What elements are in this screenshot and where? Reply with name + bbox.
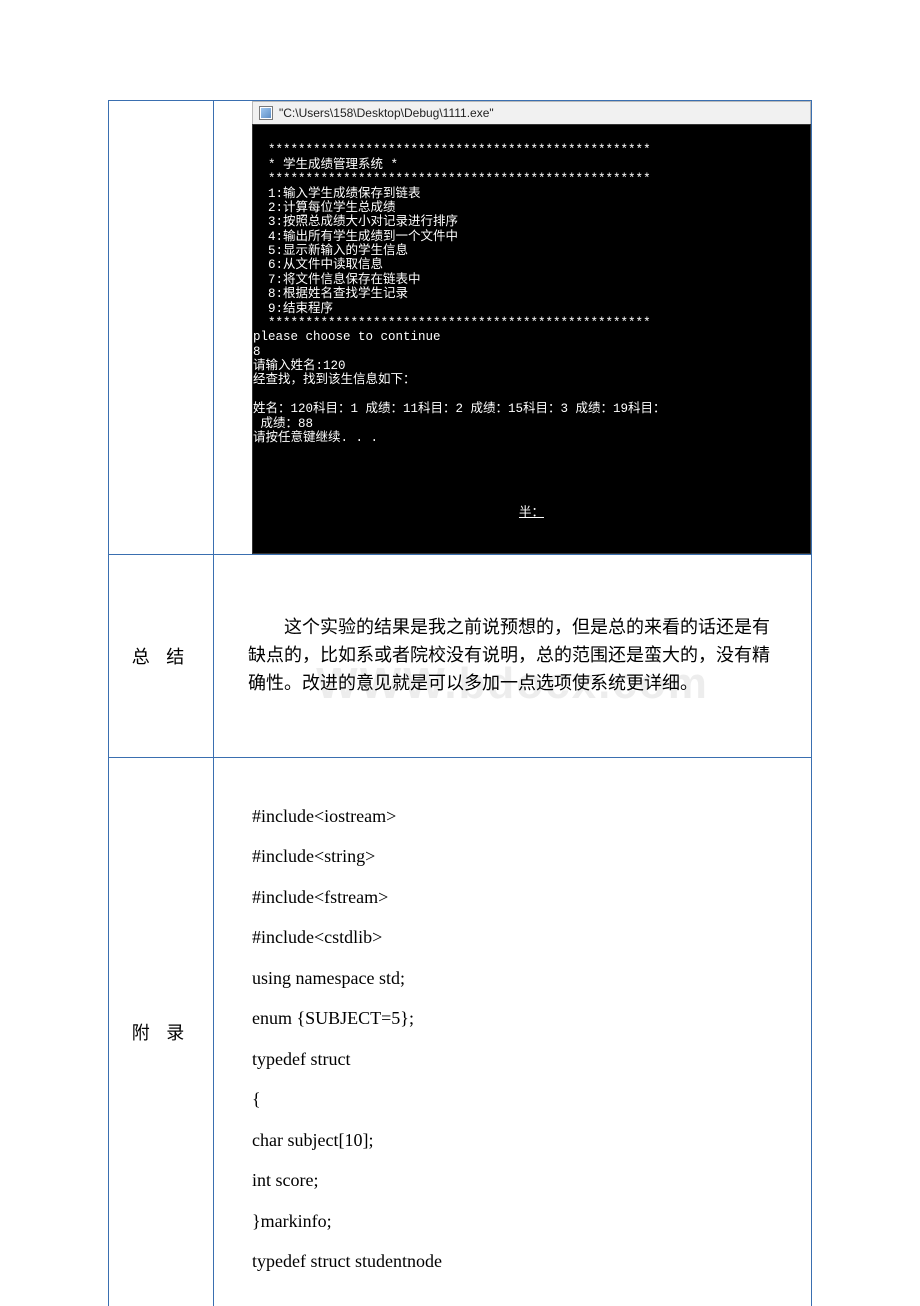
window-title: "C:\Users\158\Desktop\Debug\1111.exe" xyxy=(279,106,494,120)
code-cell: #include<iostream> #include<string> #inc… xyxy=(214,757,812,1306)
console-output: ****************************************… xyxy=(252,124,811,554)
code-line: }markinfo; xyxy=(252,1211,332,1231)
summary-text: 这个实验的结果是我之前说预想的，但是总的来看的话还是有缺点的，比如系或者院校没有… xyxy=(248,614,787,698)
code-line: #include<cstdlib> xyxy=(252,927,382,947)
row-summary: 总 结 WWW.bdocx.com 这个实验的结果是我之前说预想的，但是总的来看… xyxy=(109,554,812,757)
console-blank xyxy=(253,445,810,485)
console-line: 3:按照总成绩大小对记录进行排序 xyxy=(253,215,458,229)
code-line: char subject[10]; xyxy=(252,1130,373,1150)
console-line: 5:显示新输入的学生信息 xyxy=(253,244,408,258)
console-window: "C:\Users\158\Desktop\Debug\1111.exe" **… xyxy=(252,101,811,554)
console-line: 8:根据姓名查找学生记录 xyxy=(253,287,408,301)
console-line: please choose to continue xyxy=(253,330,441,344)
code-block: #include<iostream> #include<string> #inc… xyxy=(222,766,803,1298)
row-appendix: 附 录 #include<iostream> #include<string> … xyxy=(109,757,812,1306)
code-line: #include<string> xyxy=(252,846,375,866)
console-cell: "C:\Users\158\Desktop\Debug\1111.exe" **… xyxy=(214,101,812,555)
code-line: #include<fstream> xyxy=(252,887,388,907)
console-line: 1:输入学生成绩保存到链表 xyxy=(253,187,421,201)
console-line: 成绩：88 xyxy=(253,417,313,431)
console-line: 经查找，找到该生信息如下： xyxy=(253,373,416,387)
console-line: 6:从文件中读取信息 xyxy=(253,258,383,272)
code-line: typedef struct xyxy=(252,1049,350,1069)
console-line: 7:将文件信息保存在链表中 xyxy=(253,273,421,287)
console-line: ****************************************… xyxy=(253,172,651,186)
summary-cell: WWW.bdocx.com 这个实验的结果是我之前说预想的，但是总的来看的话还是… xyxy=(214,554,812,757)
code-line: typedef struct studentnode xyxy=(252,1251,442,1271)
console-line: 9:结束程序 xyxy=(253,302,333,316)
console-ban: 半： xyxy=(253,500,810,520)
console-line: 姓名：120科目：1 成绩：11科目：2 成绩：15科目：3 成绩：19科目： xyxy=(253,402,666,416)
code-line: int score; xyxy=(252,1170,318,1190)
console-line: 请输入姓名:120 xyxy=(253,359,346,373)
console-line: ****************************************… xyxy=(253,316,651,330)
code-line: enum {SUBJECT=5}; xyxy=(252,1008,414,1028)
code-line: #include<iostream> xyxy=(252,806,396,826)
row-console: "C:\Users\158\Desktop\Debug\1111.exe" **… xyxy=(109,101,812,555)
console-line: 4:输出所有学生成绩到一个文件中 xyxy=(253,230,458,244)
console-line: 请按任意键继续. . . xyxy=(253,431,378,445)
label-cell-empty xyxy=(109,101,214,555)
console-line: ****************************************… xyxy=(253,143,651,157)
code-line: { xyxy=(252,1089,261,1109)
console-line: 2:计算每位学生总成绩 xyxy=(253,201,396,215)
report-table: "C:\Users\158\Desktop\Debug\1111.exe" **… xyxy=(108,100,812,1306)
console-line: 8 xyxy=(253,345,261,359)
label-summary: 总 结 xyxy=(109,554,214,757)
summary-block: WWW.bdocx.com 这个实验的结果是我之前说预想的，但是总的来看的话还是… xyxy=(222,588,803,724)
window-titlebar: "C:\Users\158\Desktop\Debug\1111.exe" xyxy=(252,101,811,124)
label-appendix: 附 录 xyxy=(109,757,214,1306)
document-page: "C:\Users\158\Desktop\Debug\1111.exe" **… xyxy=(0,0,920,1306)
console-line: * 学生成绩管理系统 * xyxy=(253,158,398,172)
app-icon xyxy=(259,106,273,120)
code-line: using namespace std; xyxy=(252,968,405,988)
